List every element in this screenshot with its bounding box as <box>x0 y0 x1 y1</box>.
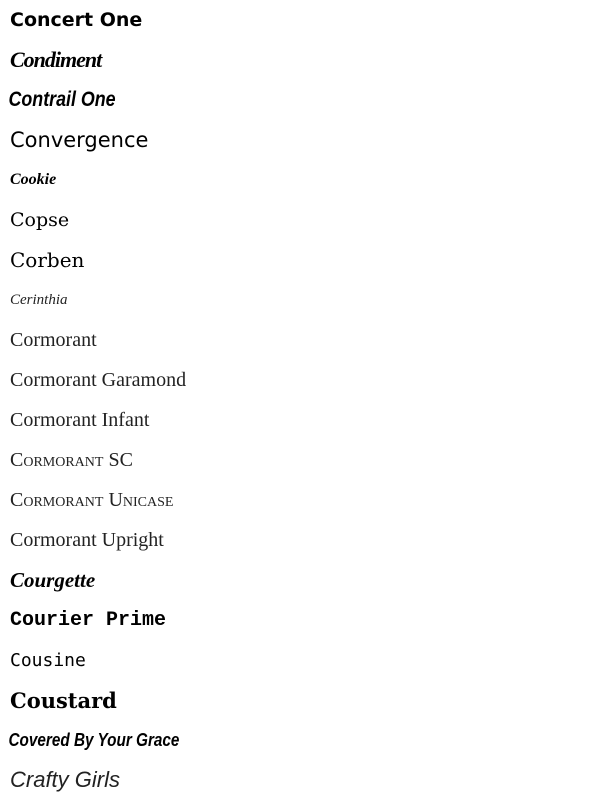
font-item-cousine[interactable]: Cousine <box>0 640 600 680</box>
font-item-condiment[interactable]: Condiment <box>0 40 600 80</box>
font-item-cormorant-upright[interactable]: Cormorant Upright <box>0 520 600 560</box>
font-item-contrail-one[interactable]: Contrail One <box>0 80 510 120</box>
font-item-concert-one[interactable]: Concert One <box>0 0 600 40</box>
font-item-crafty-girls[interactable]: Crafty Girls <box>0 760 600 800</box>
font-item-convergence[interactable]: Convergence <box>0 120 600 160</box>
font-item-cormorant-infant[interactable]: Cormorant Infant <box>0 400 600 440</box>
font-item-copse[interactable]: Copse <box>0 200 600 240</box>
font-item-cerinthia[interactable]: Cerinthia <box>0 280 600 320</box>
font-item-cormorant-sc[interactable]: Cormorant SC <box>0 440 600 480</box>
font-item-coustard[interactable]: Coustard <box>0 680 600 720</box>
font-item-cookie[interactable]: Cookie <box>0 160 600 200</box>
font-item-corben[interactable]: Corben <box>0 240 600 280</box>
font-item-courier-prime[interactable]: Courier Prime <box>0 600 600 640</box>
font-item-cormorant[interactable]: Cormorant <box>0 320 600 360</box>
font-item-covered-by-your-grace[interactable]: Covered By Your Grace <box>0 720 510 760</box>
font-list: Concert One Condiment Contrail One Conve… <box>0 0 600 800</box>
font-item-cormorant-garamond[interactable]: Cormorant Garamond <box>0 360 600 400</box>
font-item-cormorant-unicase[interactable]: Cormorant Unicase <box>0 480 600 520</box>
font-item-courgette[interactable]: Courgette <box>0 560 600 600</box>
